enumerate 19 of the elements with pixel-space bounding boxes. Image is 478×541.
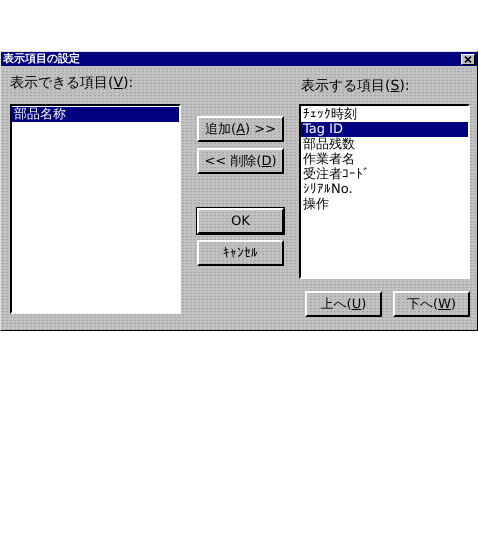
dialog-button[interactable]: ｷｬﾝｾﾙ [197,240,284,266]
dialog-button[interactable]: << 削除(D) [197,148,284,174]
shown-items-label: 表示する項目(S): [300,77,411,95]
list-item[interactable]: 部品残数 [301,137,468,152]
list-item[interactable]: Tag ID [301,122,468,137]
close-button[interactable] [461,54,475,64]
available-items-label: 表示できる項目(V): [10,74,134,92]
dialog-button[interactable]: OK [197,208,284,234]
list-item[interactable]: 作業者名 [301,152,468,167]
move-button[interactable]: 上へ(U) [305,291,382,317]
list-item[interactable]: ﾁｪｯｸ時刻 [301,107,468,122]
list-item[interactable]: 受注者ｺｰﾄﾞ [301,167,468,182]
move-button[interactable]: 下へ(W) [393,291,470,317]
list-item[interactable]: 部品名称 [12,107,179,122]
dialog-button[interactable]: 追加(A) >> [197,116,284,142]
window-title: 表示項目の設定 [3,52,80,66]
close-icon [464,56,472,62]
list-item[interactable]: 操作 [301,197,468,212]
list-item[interactable]: ｼﾘｱﾙNo. [301,182,468,197]
